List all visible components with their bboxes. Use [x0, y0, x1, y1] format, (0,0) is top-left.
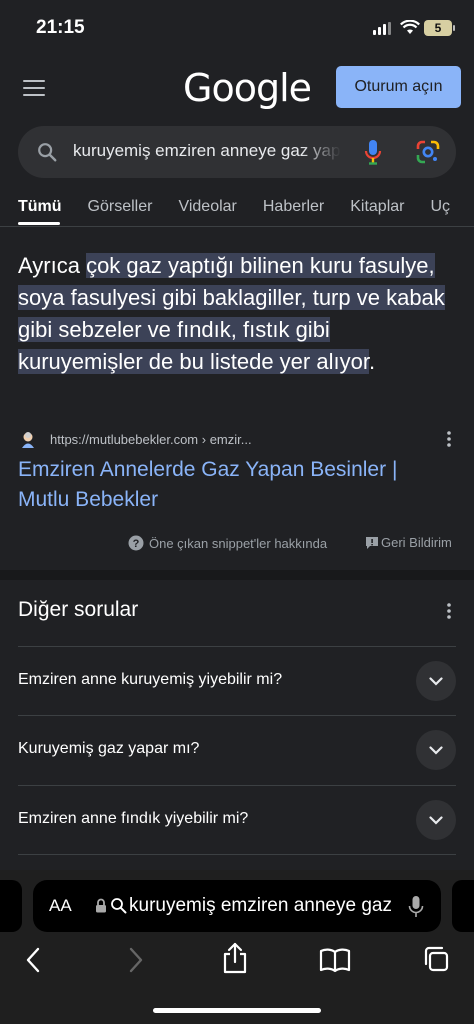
question-item[interactable]: Kuruyemiş gaz yapar mı?	[18, 715, 456, 784]
battery-tip	[453, 25, 455, 31]
wifi-icon	[400, 20, 420, 34]
signin-button[interactable]: Oturum açın	[336, 66, 461, 108]
question-item[interactable]: Emziren anne kuruyemiş yiyebilir mi?	[18, 646, 456, 715]
feedback-icon	[366, 536, 378, 549]
bookmarks-icon[interactable]	[319, 947, 351, 973]
more-options-icon[interactable]	[446, 602, 452, 620]
question-item[interactable]: Emziren anne fındık yiyebilir mi?	[18, 785, 456, 854]
snippet-prefix: Ayrıca	[18, 253, 87, 278]
tab-videos[interactable]: Videolar	[178, 198, 236, 216]
share-icon[interactable]	[221, 942, 249, 974]
question-text: Kuruyemiş gaz yapar mı?	[18, 740, 200, 757]
section-separator	[0, 570, 474, 580]
tab-images[interactable]: Görseller	[88, 198, 153, 216]
tab-all[interactable]: Tümü	[18, 198, 62, 216]
other-questions-title: Diğer sorular	[18, 598, 139, 621]
tab-flights[interactable]: Uç	[430, 198, 450, 216]
active-tab-indicator	[18, 222, 60, 225]
page-settings-button[interactable]: AA	[49, 896, 72, 916]
voice-search-icon[interactable]	[363, 138, 383, 166]
forward-icon[interactable]	[127, 946, 145, 974]
about-snippets-link[interactable]: ? Öne çıkan snippet'ler hakkında	[128, 535, 327, 551]
result-title-link[interactable]: Emziren Annelerde Gaz Yapan Besinler | M…	[18, 455, 448, 515]
tabs-icon[interactable]	[422, 945, 450, 973]
tabs-divider	[0, 226, 474, 227]
back-icon[interactable]	[24, 946, 42, 974]
question-text: Emziren anne fındık yiyebilir mi?	[18, 810, 249, 827]
feedback-link[interactable]: Geri Bildirim	[365, 535, 452, 550]
lock-icon	[96, 898, 106, 913]
snippet-suffix: .	[368, 349, 376, 374]
search-tabs: Tümü Görseller Videolar Haberler Kitapla…	[18, 198, 474, 216]
chevron-down-icon[interactable]	[416, 800, 456, 840]
more-options-icon[interactable]	[446, 430, 452, 448]
tab-books[interactable]: Kitaplar	[350, 198, 404, 216]
next-tab-edge[interactable]	[452, 880, 474, 932]
site-favicon-icon	[22, 432, 34, 448]
help-icon: ?	[128, 535, 144, 551]
google-logo[interactable]: Google	[183, 66, 312, 110]
menu-icon[interactable]	[23, 80, 45, 98]
search-icon[interactable]	[36, 141, 58, 163]
svg-text:?: ?	[133, 538, 140, 550]
featured-snippet-text: Ayrıca çok gaz yaptığı bilinen kuru fasu…	[18, 250, 458, 378]
home-indicator	[153, 1008, 321, 1013]
cellular-signal-icon	[373, 22, 391, 35]
status-time: 21:15	[36, 17, 85, 38]
chevron-down-icon[interactable]	[416, 730, 456, 770]
battery-icon: 5	[424, 20, 452, 36]
result-url[interactable]: https://mutlubebekler.com › emzir...	[50, 432, 252, 447]
divider	[18, 854, 456, 855]
address-text[interactable]: kuruyemiş emziren anneye gaz yapar	[129, 895, 391, 917]
search-input[interactable]: kuruyemiş emziren anneye gaz yapar	[73, 141, 341, 165]
chevron-down-icon[interactable]	[416, 661, 456, 701]
previous-tab-edge[interactable]	[0, 880, 22, 932]
search-icon	[111, 898, 127, 914]
google-lens-icon[interactable]	[414, 138, 442, 166]
question-text: Emziren anne kuruyemiş yiyebilir mi?	[18, 671, 283, 688]
microphone-icon[interactable]	[408, 895, 424, 919]
tab-news[interactable]: Haberler	[263, 198, 324, 216]
